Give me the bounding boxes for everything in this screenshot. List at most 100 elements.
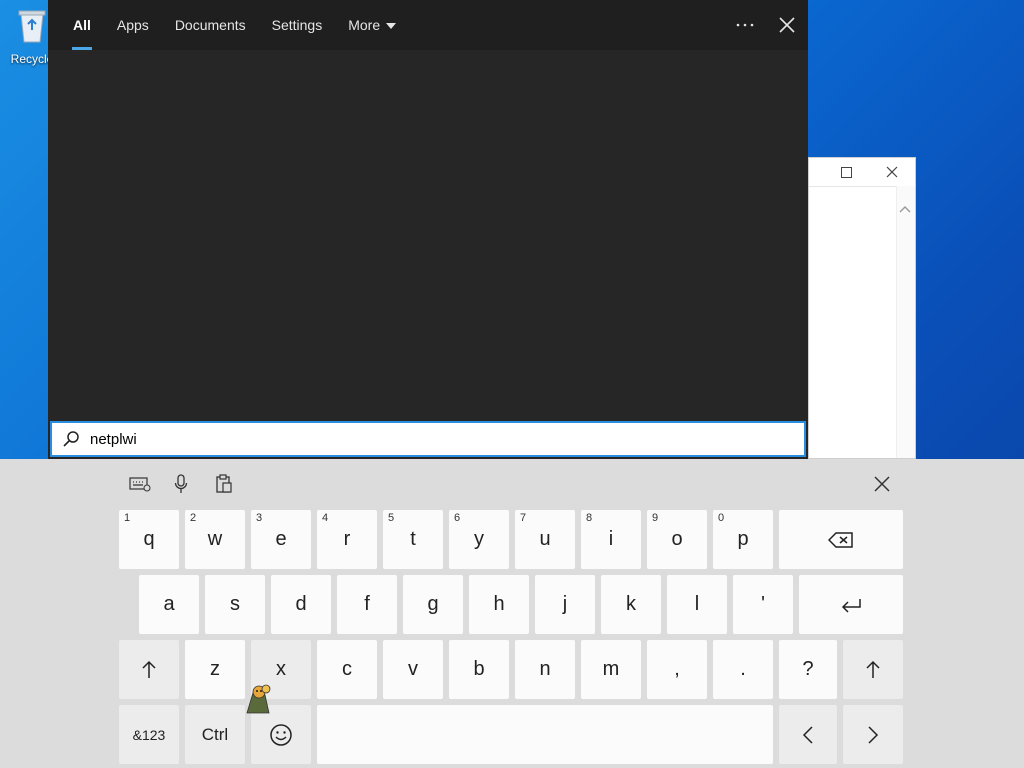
dictation-button[interactable]: [168, 471, 194, 497]
maximize-button[interactable]: [823, 158, 869, 186]
key-label: y: [474, 528, 484, 550]
search-box[interactable]: [50, 421, 806, 457]
key-label: k: [626, 593, 636, 615]
clipboard-button[interactable]: [211, 471, 237, 497]
key-t[interactable]: 5t: [383, 510, 443, 569]
key-l[interactable]: l: [667, 575, 727, 634]
search-close-button[interactable]: [766, 0, 808, 50]
key-a[interactable]: a: [139, 575, 199, 634]
key-c[interactable]: c: [317, 640, 377, 699]
key-enter[interactable]: [799, 575, 903, 634]
key-label: w: [207, 528, 223, 550]
key-label: e: [275, 528, 287, 550]
key-g[interactable]: g: [403, 575, 463, 634]
shift-arrow-icon: [866, 660, 880, 678]
key-label: g: [427, 593, 439, 615]
key-symbols[interactable]: &123: [119, 705, 179, 764]
key-v[interactable]: v: [383, 640, 443, 699]
key-d[interactable]: d: [271, 575, 331, 634]
key-b[interactable]: b: [449, 640, 509, 699]
key-i[interactable]: 8i: [581, 510, 641, 569]
key-n[interactable]: n: [515, 640, 575, 699]
window-titlebar: [809, 158, 915, 187]
backspace-icon: [828, 531, 853, 548]
key-question[interactable]: ?: [779, 640, 837, 699]
tab-apps[interactable]: Apps: [104, 0, 162, 50]
tab-documents[interactable]: Documents: [162, 0, 259, 50]
key-backspace[interactable]: [779, 510, 903, 569]
key-label: p: [737, 528, 749, 550]
key-label: m: [602, 658, 620, 680]
keyboard-settings-button[interactable]: [127, 471, 153, 497]
key-label: l: [694, 593, 700, 615]
key-label: x: [276, 658, 286, 680]
key-e[interactable]: 3e: [251, 510, 311, 569]
key-j[interactable]: j: [535, 575, 595, 634]
key-shift-left[interactable]: [119, 640, 179, 699]
key-ctrl[interactable]: Ctrl: [185, 705, 245, 764]
key-number-hint: 4: [322, 512, 329, 524]
keyboard-close-button[interactable]: [869, 471, 895, 497]
key-space[interactable]: [317, 705, 773, 764]
key-y[interactable]: 6y: [449, 510, 509, 569]
background-window[interactable]: [808, 157, 916, 459]
tab-all-label: All: [73, 17, 91, 33]
key-label: j: [562, 593, 568, 615]
key-left-arrow[interactable]: [779, 705, 837, 764]
tab-all[interactable]: All: [60, 0, 104, 50]
tab-settings[interactable]: Settings: [259, 0, 336, 50]
search-icon: [62, 429, 82, 449]
key-label: b: [473, 658, 485, 680]
window-close-button[interactable]: [869, 158, 915, 186]
tab-settings-label: Settings: [271, 17, 323, 33]
keyboard-settings-icon: [129, 477, 151, 492]
scroll-up-icon[interactable]: [899, 202, 911, 216]
window-scrollbar[interactable]: [896, 186, 915, 458]
key-label: Ctrl: [201, 724, 229, 744]
key-label: o: [671, 528, 683, 550]
tab-more-label: More: [348, 17, 381, 33]
key-f[interactable]: f: [337, 575, 397, 634]
close-icon: [874, 476, 890, 492]
key-k[interactable]: k: [601, 575, 661, 634]
recycle-bin-icon: [17, 6, 47, 44]
key-label: r: [343, 528, 351, 550]
touch-keyboard: 1q 2w 3e 4r 5t 6y 7u 8i 9o 0p a s d f g …: [0, 459, 1024, 768]
keyboard-toolbar: [0, 459, 1024, 507]
key-number-hint: 0: [718, 512, 725, 524]
key-number-hint: 6: [454, 512, 461, 524]
key-label: d: [295, 593, 307, 615]
key-h[interactable]: h: [469, 575, 529, 634]
tab-more[interactable]: More: [335, 0, 409, 50]
key-label: i: [608, 528, 614, 550]
key-shift-right[interactable]: [843, 640, 903, 699]
key-z[interactable]: z: [185, 640, 245, 699]
clipboard-icon: [216, 474, 232, 493]
key-right-arrow[interactable]: [843, 705, 903, 764]
key-label: ,: [674, 658, 680, 680]
key-p[interactable]: 0p: [713, 510, 773, 569]
key-period[interactable]: .: [713, 640, 773, 699]
key-number-hint: 8: [586, 512, 593, 524]
mascot-overlay-icon: [243, 683, 273, 715]
key-comma[interactable]: ,: [647, 640, 707, 699]
key-q[interactable]: 1q: [119, 510, 179, 569]
key-w[interactable]: 2w: [185, 510, 245, 569]
key-u[interactable]: 7u: [515, 510, 575, 569]
search-panel: All Apps Documents Settings More: [48, 0, 808, 459]
key-o[interactable]: 9o: [647, 510, 707, 569]
key-label: u: [539, 528, 551, 550]
chevron-left-icon: [802, 725, 813, 744]
search-input[interactable]: [90, 430, 690, 448]
key-label: z: [210, 658, 220, 680]
key-label: h: [493, 593, 505, 615]
tab-apps-label: Apps: [116, 17, 149, 33]
key-apostrophe[interactable]: ': [733, 575, 793, 634]
key-number-hint: 9: [652, 512, 659, 524]
key-m[interactable]: m: [581, 640, 641, 699]
key-r[interactable]: 4r: [317, 510, 377, 569]
maximize-icon: [840, 166, 852, 178]
key-s[interactable]: s: [205, 575, 265, 634]
options-button[interactable]: [724, 0, 766, 50]
key-label: ': [761, 593, 765, 615]
